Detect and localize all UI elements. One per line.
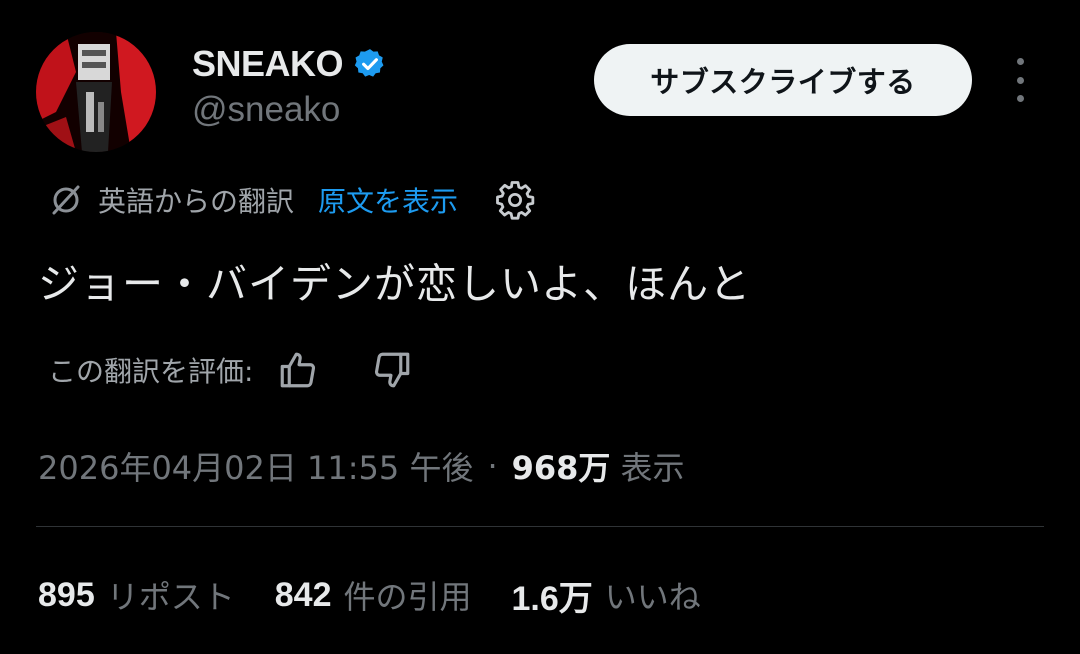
tweet-text: ジョー・バイデンが恋しいよ、ほんと <box>38 260 752 308</box>
translated-from-label: 英語からの翻訳 <box>98 185 295 218</box>
likes-stat[interactable]: 1.6万 いいね <box>512 571 701 620</box>
likes-count: 1.6万 <box>511 579 593 618</box>
quotes-count: 842 <box>274 575 332 614</box>
author-name-row: SNEAKO <box>192 42 387 86</box>
author-display-name[interactable]: SNEAKO <box>192 43 344 85</box>
rate-translation-row: この翻訳を評価: <box>48 346 465 394</box>
reposts-count: 895 <box>38 575 95 614</box>
views-label: 表示 <box>620 449 685 487</box>
quotes-label: 件の引用 <box>343 578 472 616</box>
quotes-stat[interactable]: 842 件の引用 <box>275 572 472 618</box>
more-dot <box>1016 95 1024 102</box>
thumbs-down-icon[interactable] <box>371 349 413 391</box>
gear-icon[interactable] <box>494 179 536 221</box>
translation-row: 英語からの翻訳 原文を表示 <box>48 176 536 224</box>
likes-label: いいね <box>604 578 701 616</box>
more-vertical-icon[interactable] <box>1004 58 1036 102</box>
verified-badge-icon[interactable] <box>353 47 387 81</box>
meta-separator: · <box>487 447 498 485</box>
profile-photo-red-icon <box>36 32 156 152</box>
more-dot <box>1016 76 1024 84</box>
show-original-link[interactable]: 原文を表示 <box>318 180 458 220</box>
thumbs-up-icon[interactable] <box>277 349 319 391</box>
subscribe-button[interactable]: サブスクライブする <box>594 44 972 116</box>
author-handle[interactable]: @sneako <box>192 90 340 130</box>
reposts-stat[interactable]: 895 リポスト <box>38 572 235 618</box>
tweet-timestamp[interactable]: 2026年04月02日 11:55 午後 <box>38 443 473 489</box>
divider <box>36 526 1044 527</box>
engagement-stats: 895 リポスト 842 件の引用 1.6万 いいね <box>38 572 741 618</box>
avatar[interactable] <box>36 32 156 152</box>
rate-translation-label: この翻訳を評価: <box>48 355 254 388</box>
reposts-label: リポスト <box>106 578 235 616</box>
tweet-meta-row: 2026年04月02日 11:55 午後 · 968万 表示 <box>38 444 684 488</box>
more-dot <box>1016 58 1024 65</box>
translate-icon <box>48 182 84 218</box>
views-count: 968万 <box>511 449 611 487</box>
